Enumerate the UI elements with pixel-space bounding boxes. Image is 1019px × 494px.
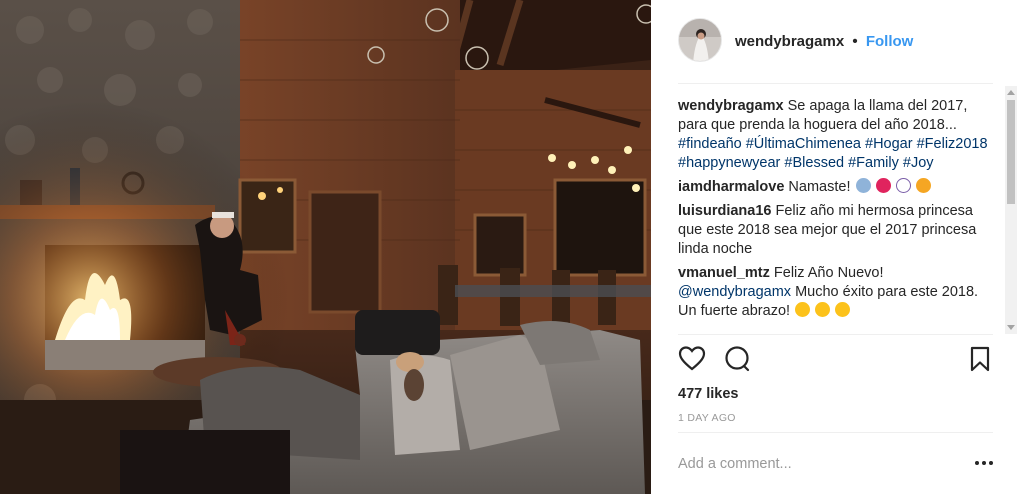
ellipsis-icon — [982, 461, 986, 465]
bookmark-icon — [970, 346, 990, 372]
hashtag[interactable]: #Family — [848, 155, 899, 171]
ellipsis-icon — [989, 461, 993, 465]
likes-count[interactable]: 477 likes — [678, 386, 738, 402]
caption-comment: wendybragamx Se apaga la llama del 2017,… — [678, 97, 998, 173]
heart-outline-icon — [678, 346, 706, 371]
smile-icon — [795, 302, 811, 317]
comment-item: vmanuel_mtz Feliz Año Nuevo! @wendybraga… — [678, 264, 998, 321]
header-divider — [678, 83, 993, 84]
like-button[interactable] — [678, 345, 706, 373]
compose-divider — [678, 432, 993, 433]
praying-woman-icon — [855, 178, 871, 193]
hashtag[interactable]: #Feliz2018 — [917, 136, 988, 152]
header-line: wendybragamx • Follow — [735, 33, 913, 50]
comment-item: luisurdiana16 Feliz año mi hermosa princ… — [678, 202, 998, 259]
header-separator: • — [852, 33, 858, 50]
scroll-thumb[interactable] — [1007, 100, 1015, 204]
cabin-fireplace-image — [0, 0, 651, 494]
mention-link[interactable]: @wendybragamx — [678, 284, 791, 300]
post-details-panel: wendybragamx • Follow wendybragamx Se ap… — [651, 0, 1019, 494]
raised-hands-icon — [915, 178, 931, 193]
post-photo[interactable] — [0, 0, 651, 494]
post-timestamp[interactable]: 1 DAY AGO — [678, 412, 736, 424]
smile-icon — [835, 302, 851, 317]
follow-button[interactable]: Follow — [866, 33, 914, 50]
hashtag[interactable]: #Hogar — [865, 136, 913, 152]
hashtag[interactable]: #Joy — [903, 155, 934, 171]
comment-text: Feliz Año Nuevo! — [773, 265, 884, 281]
header-username[interactable]: wendybragamx — [735, 33, 844, 50]
smile-icon — [815, 302, 831, 317]
avatar-image — [679, 19, 721, 61]
ellipsis-icon — [975, 461, 979, 465]
hashtag[interactable]: #Blessed — [784, 155, 844, 171]
post-header: wendybragamx • Follow — [651, 0, 1019, 84]
scroll-down-arrow-icon[interactable] — [1007, 325, 1015, 330]
comment-username[interactable]: luisurdiana16 — [678, 203, 771, 219]
save-button[interactable] — [966, 345, 994, 373]
post-actions — [678, 345, 993, 375]
om-symbol-icon — [895, 178, 911, 193]
comment-button[interactable] — [723, 345, 751, 373]
actions-divider — [678, 334, 993, 335]
hashtag[interactable]: #findeaño — [678, 136, 742, 152]
hashtag[interactable]: #happynewyear — [678, 155, 780, 171]
comment-text: Namaste! — [788, 179, 851, 195]
scroll-up-arrow-icon[interactable] — [1007, 90, 1015, 95]
comment-username[interactable]: iamdharmalove — [678, 179, 784, 195]
hashtag[interactable]: #ÚltimaChimenea — [746, 136, 861, 152]
speech-bubble-icon — [725, 346, 750, 372]
comment-username[interactable]: vmanuel_mtz — [678, 265, 770, 281]
avatar[interactable] — [678, 18, 722, 62]
comment-username[interactable]: wendybragamx — [678, 98, 784, 114]
comments-list: wendybragamx Se apaga la llama del 2017,… — [678, 97, 998, 333]
add-comment-input[interactable] — [678, 452, 968, 476]
red-heart-icon — [875, 178, 891, 193]
comments-scrollbar[interactable] — [1005, 86, 1017, 334]
comment-item: iamdharmalove Namaste! — [678, 178, 998, 197]
more-options-button[interactable] — [975, 461, 993, 467]
